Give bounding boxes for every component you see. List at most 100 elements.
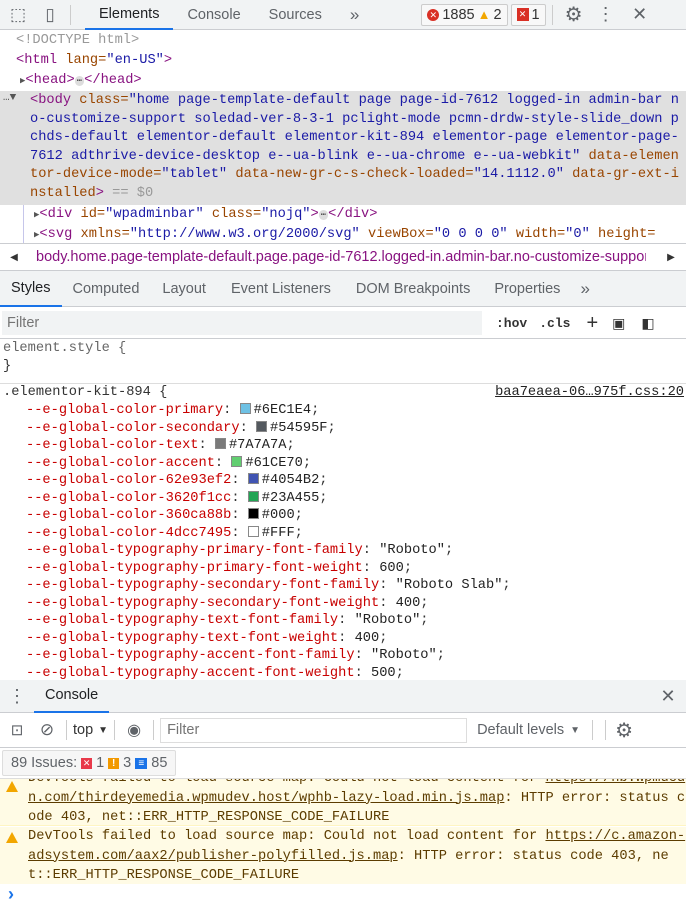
- scroll-right-icon[interactable]: ▶: [656, 252, 686, 263]
- color-swatch[interactable]: [247, 508, 259, 519]
- property-value[interactable]: #61CE70: [245, 456, 303, 471]
- css-property[interactable]: --e-global-typography-primary-font-weigh…: [0, 560, 686, 578]
- property-value[interactable]: #000: [262, 508, 295, 523]
- ellipsis-icon[interactable]: ⋯: [318, 210, 329, 220]
- css-property[interactable]: --e-global-color-360ca88b: #000;: [0, 507, 686, 525]
- color-swatch[interactable]: [247, 490, 259, 502]
- color-swatch[interactable]: [214, 438, 226, 449]
- device-toolbar-icon[interactable]: ▯: [36, 5, 64, 25]
- head-node[interactable]: ▶<head> ⋯ </head>: [0, 71, 686, 91]
- property-name[interactable]: --e-global-typography-accent-font-family: [26, 648, 355, 663]
- property-name[interactable]: --e-global-color-secondary: [26, 421, 240, 436]
- css-property[interactable]: --e-global-color-62e93ef2: #4054B2;: [0, 472, 686, 490]
- color-swatch[interactable]: [247, 473, 259, 484]
- property-name[interactable]: --e-global-typography-secondary-font-wei…: [26, 596, 379, 611]
- property-name[interactable]: --e-global-color-primary: [26, 403, 223, 418]
- hov-button[interactable]: :hov: [496, 316, 527, 331]
- css-property[interactable]: --e-global-typography-secondary-font-fam…: [0, 577, 686, 595]
- error-warning-counter[interactable]: ✕ 1885 ▲ 2: [421, 3, 508, 26]
- console-prompt[interactable]: ›: [8, 884, 14, 905]
- settings-gear-icon[interactable]: ⚙: [559, 2, 589, 27]
- property-value[interactable]: 600: [379, 561, 404, 576]
- property-name[interactable]: --e-global-typography-text-font-family: [26, 613, 338, 628]
- css-property[interactable]: --e-global-typography-text-font-weight: …: [0, 630, 686, 648]
- svg-node[interactable]: ▶<svg xmlns="http://www.w3.org/2000/svg"…: [23, 225, 686, 243]
- css-property[interactable]: --e-global-typography-accent-font-weight…: [0, 665, 686, 681]
- css-property[interactable]: --e-global-typography-text-font-family: …: [0, 612, 686, 630]
- sidebar-toggle-icon[interactable]: ⊡: [0, 721, 34, 739]
- property-value[interactable]: "Roboto": [371, 648, 437, 663]
- console-filter-input[interactable]: [160, 717, 468, 743]
- context-selector[interactable]: top: [73, 722, 93, 738]
- styles-filter-input[interactable]: [2, 311, 482, 335]
- property-name[interactable]: --e-global-typography-primary-font-weigh…: [26, 561, 363, 576]
- property-name[interactable]: --e-global-typography-secondary-font-fam…: [26, 578, 379, 593]
- color-swatch[interactable]: [239, 403, 251, 414]
- more-tabs-button[interactable]: »: [336, 0, 373, 30]
- div-wpadminbar-node[interactable]: ▶<div id="wpadminbar" class="nojq"> ⋯ </di…: [23, 205, 686, 225]
- clear-console-icon[interactable]: ⊘: [34, 720, 60, 740]
- tab-computed[interactable]: Computed: [62, 271, 151, 307]
- tab-dom-breakpoints[interactable]: DOM Breakpoints: [344, 271, 482, 307]
- body-node[interactable]: …▼ <body class="home page-template-defau…: [0, 91, 686, 205]
- breadcrumb-item[interactable]: body.home.page-template-default.page.pag…: [36, 249, 646, 265]
- html-node[interactable]: <html lang="en-US">: [0, 51, 686, 71]
- property-value[interactable]: 500: [371, 666, 396, 681]
- property-name[interactable]: --e-global-typography-text-font-weight: [26, 631, 338, 646]
- property-value[interactable]: #23A455: [262, 491, 320, 506]
- property-value[interactable]: #6EC1E4: [254, 403, 312, 418]
- tab-sources[interactable]: Sources: [255, 0, 336, 30]
- color-swatch[interactable]: [231, 455, 243, 467]
- tab-layout[interactable]: Layout: [150, 271, 218, 307]
- ellipsis-icon[interactable]: ⋯: [74, 76, 85, 86]
- drawer-tab-console[interactable]: Console: [34, 680, 110, 713]
- css-property[interactable]: --e-global-typography-accent-font-family…: [0, 647, 686, 665]
- close-icon[interactable]: ✕: [623, 4, 657, 25]
- css-property[interactable]: --e-global-typography-primary-font-famil…: [0, 542, 686, 560]
- inspect-element-icon[interactable]: ⬚: [0, 5, 36, 25]
- element-style-selector[interactable]: element.style {: [0, 340, 686, 358]
- scroll-left-icon[interactable]: ◀: [0, 252, 28, 263]
- drawer-menu-icon[interactable]: ⋮: [0, 686, 34, 707]
- css-property[interactable]: --e-global-color-text: #7A7A7A;: [0, 437, 686, 455]
- rule-source-link[interactable]: baa7eaea-06…975f.css:20: [495, 384, 684, 402]
- new-style-rule-icon[interactable]: +: [586, 312, 598, 335]
- property-name[interactable]: --e-global-typography-accent-font-weight: [26, 666, 355, 681]
- color-swatch[interactable]: [256, 420, 267, 432]
- property-value[interactable]: 400: [355, 631, 380, 646]
- css-property[interactable]: --e-global-color-secondary: #54595F;: [0, 420, 686, 438]
- property-value[interactable]: #FFF: [262, 526, 295, 541]
- property-value[interactable]: #54595F: [270, 421, 328, 436]
- log-levels-dropdown[interactable]: Default levels: [477, 722, 564, 738]
- css-property[interactable]: --e-global-typography-secondary-font-wei…: [0, 595, 686, 613]
- paint-roller-icon[interactable]: ▣: [612, 315, 625, 332]
- console-settings-icon[interactable]: ⚙: [612, 718, 636, 743]
- css-property[interactable]: --e-global-color-4dcc7495: #FFF;: [0, 525, 686, 543]
- close-drawer-icon[interactable]: ✕: [650, 686, 686, 707]
- property-value[interactable]: 400: [396, 596, 421, 611]
- property-value[interactable]: #4054B2: [262, 473, 320, 488]
- property-name[interactable]: --e-global-color-62e93ef2: [26, 473, 231, 488]
- property-name[interactable]: --e-global-typography-primary-font-famil…: [26, 543, 363, 558]
- property-name[interactable]: --e-global-color-accent: [26, 456, 215, 471]
- property-value[interactable]: #7A7A7A: [229, 438, 287, 453]
- more-tabs-button[interactable]: »: [572, 271, 597, 307]
- css-property[interactable]: --e-global-color-accent: #61CE70;: [0, 455, 686, 473]
- css-property[interactable]: --e-global-color-primary: #6EC1E4;: [0, 402, 686, 420]
- property-value[interactable]: "Roboto": [355, 613, 421, 628]
- tab-console[interactable]: Console: [173, 0, 254, 30]
- cls-button[interactable]: .cls: [539, 316, 570, 331]
- property-name[interactable]: --e-global-color-3620f1cc: [26, 491, 231, 506]
- live-expression-eye-icon[interactable]: ◉: [121, 720, 147, 740]
- tab-event-listeners[interactable]: Event Listeners: [218, 271, 344, 307]
- tab-styles[interactable]: Styles: [0, 271, 62, 307]
- property-name[interactable]: --e-global-color-360ca88b: [26, 508, 231, 523]
- color-swatch[interactable]: [247, 525, 259, 537]
- issues-bar[interactable]: 89 Issues: ✕ 1 ! 3 ≡ 85: [2, 750, 177, 776]
- more-options-icon[interactable]: ⋮: [589, 4, 623, 25]
- tab-properties[interactable]: Properties: [482, 271, 572, 307]
- issues-counter[interactable]: ✕ 1: [510, 3, 546, 26]
- doctype-node[interactable]: <!DOCTYPE html>: [0, 31, 686, 51]
- tab-elements[interactable]: Elements: [85, 0, 174, 30]
- rule-selector[interactable]: .elementor-kit-894 {: [3, 385, 167, 400]
